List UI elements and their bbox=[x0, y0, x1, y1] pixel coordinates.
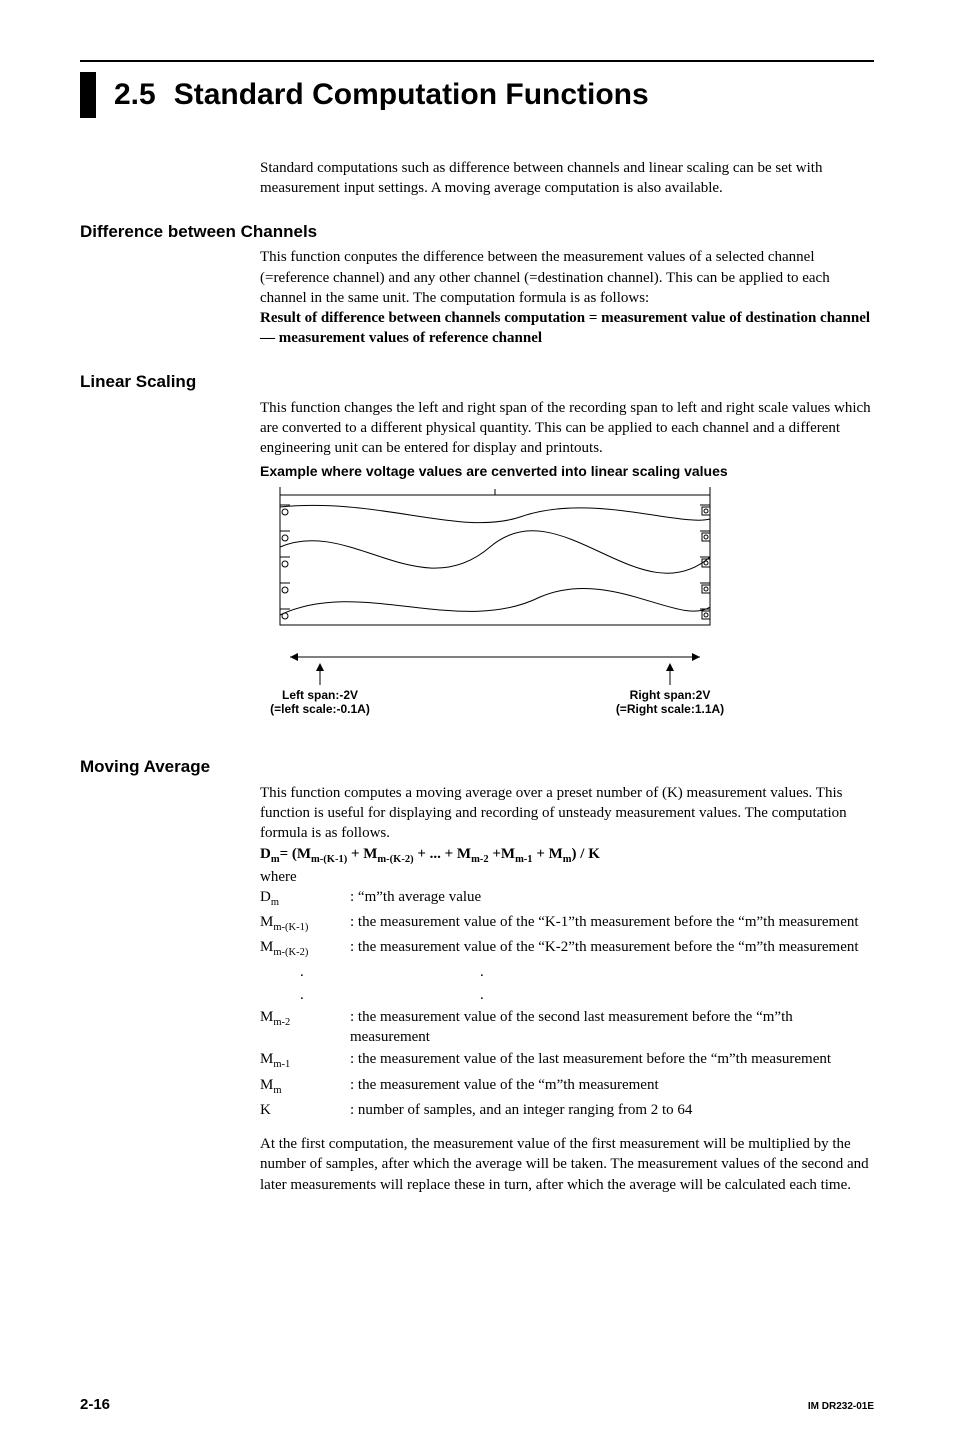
diff-body: This function conputes the difference be… bbox=[260, 247, 874, 308]
title-text: Standard Computation Functions bbox=[174, 75, 649, 116]
def-desc: : the measurement value of the “K-2”th m… bbox=[350, 937, 874, 957]
linear-scaling-svg: Left span:-2V (=left scale:-0.1A) Right … bbox=[260, 487, 730, 727]
moving-formula: Dm= (Mm-(K-1) + Mm-(K-2) + ... + Mm-2 +M… bbox=[260, 844, 874, 867]
fig-right-scale: (=Right scale:1.1A) bbox=[616, 702, 724, 716]
intro-paragraph: Standard computations such as difference… bbox=[260, 158, 874, 199]
linear-body: This function changes the left and right… bbox=[260, 398, 874, 459]
top-rule bbox=[80, 60, 874, 62]
def-term: Dm bbox=[260, 887, 350, 910]
section-title: 2.5 Standard Computation Functions bbox=[80, 72, 874, 118]
def-desc: : the measurement value of the “m”th mea… bbox=[350, 1075, 874, 1095]
linear-example-caption: Example where voltage values are cenvert… bbox=[260, 462, 874, 481]
moving-body: This function computes a moving average … bbox=[260, 783, 874, 844]
def-desc: : “m”th average value bbox=[350, 887, 874, 907]
diff-formula: Result of difference between channels co… bbox=[260, 308, 874, 349]
moving-where: where bbox=[260, 867, 874, 887]
heading-linear: Linear Scaling bbox=[80, 371, 874, 394]
def-desc: : the measurement value of the last meas… bbox=[350, 1049, 874, 1069]
dots-row: . . bbox=[300, 962, 874, 982]
def-term: Mm-2 bbox=[260, 1007, 350, 1030]
def-row: Mm-1 : the measurement value of the last… bbox=[260, 1049, 874, 1072]
def-row: K : number of samples, and an integer ra… bbox=[260, 1100, 874, 1120]
def-row: Dm : “m”th average value bbox=[260, 887, 874, 910]
title-block-icon bbox=[80, 72, 96, 118]
linear-figure: Left span:-2V (=left scale:-0.1A) Right … bbox=[260, 487, 874, 734]
title-number: 2.5 bbox=[114, 75, 156, 116]
def-term: Mm-1 bbox=[260, 1049, 350, 1072]
fig-right-span: Right span:2V bbox=[630, 688, 711, 702]
def-desc: : the measurement value of the second la… bbox=[350, 1007, 874, 1048]
def-term: Mm bbox=[260, 1075, 350, 1098]
def-row: Mm-(K-1) : the measurement value of the … bbox=[260, 912, 874, 935]
moving-trailer: At the first computation, the measuremen… bbox=[260, 1134, 874, 1195]
def-desc: : the measurement value of the “K-1”th m… bbox=[350, 912, 874, 932]
heading-diff: Difference between Channels bbox=[80, 221, 874, 244]
def-row: Mm-2 : the measurement value of the seco… bbox=[260, 1007, 874, 1048]
def-row: Mm : the measurement value of the “m”th … bbox=[260, 1075, 874, 1098]
def-term: Mm-(K-2) bbox=[260, 937, 350, 960]
def-term: Mm-(K-1) bbox=[260, 912, 350, 935]
heading-moving: Moving Average bbox=[80, 756, 874, 779]
def-term: K bbox=[260, 1100, 350, 1120]
moving-defs: Dm : “m”th average value Mm-(K-1) : the … bbox=[260, 887, 874, 1120]
fig-left-span: Left span:-2V bbox=[282, 688, 358, 702]
def-desc: : number of samples, and an integer rang… bbox=[350, 1100, 874, 1120]
page-footer: 2-16 IM DR232-01E bbox=[80, 1395, 874, 1415]
def-row: Mm-(K-2) : the measurement value of the … bbox=[260, 937, 874, 960]
doc-id: IM DR232-01E bbox=[808, 1400, 874, 1414]
page-number: 2-16 bbox=[80, 1395, 110, 1415]
fig-left-scale: (=left scale:-0.1A) bbox=[270, 702, 370, 716]
dots-row: . . bbox=[300, 985, 874, 1005]
